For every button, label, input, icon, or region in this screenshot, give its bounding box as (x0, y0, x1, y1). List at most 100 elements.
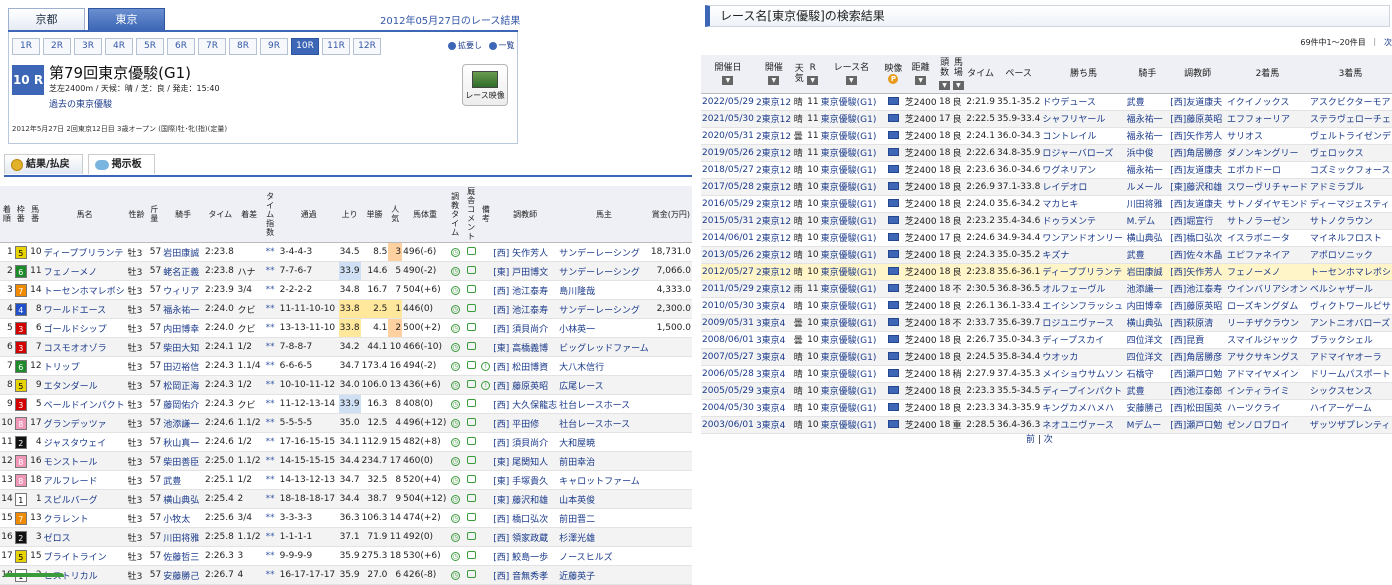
owner-link[interactable]: 広尾レース (559, 382, 604, 392)
race-button-6r[interactable]: 6R (167, 38, 195, 55)
history-link[interactable]: ザッツザプレンティ (1310, 421, 1390, 431)
trainer-link[interactable]: [東] 高橋義博 (493, 344, 548, 354)
history-link[interactable]: 2東京12 (756, 166, 791, 176)
race-button-10r[interactable]: 10R (291, 38, 319, 55)
history-link[interactable]: ヴェロックス (1310, 149, 1364, 159)
history-link[interactable]: 安藤勝己 (1127, 404, 1163, 414)
history-link[interactable]: 2022/05/29 (702, 97, 754, 107)
trainer-link[interactable]: [西] 平田修 (493, 420, 539, 430)
history-link[interactable]: 2東京12 (756, 234, 791, 244)
comment-icon[interactable] (466, 569, 476, 578)
sort-down-icon[interactable]: ▼ (768, 75, 780, 85)
result-row[interactable]: 5 3 6 ゴールドシップ 牡3 57 内田博幸 2:24.0 クビ ** 13-13-11-10 3… (0, 318, 692, 338)
history-link[interactable]: [西]角居勝彦 (1170, 353, 1222, 363)
history-link[interactable]: 2019/05/26 (702, 148, 754, 158)
history-link[interactable]: キズナ (1042, 251, 1069, 261)
history-link[interactable]: マイネルフロスト (1310, 234, 1382, 244)
history-link[interactable]: [西]藤原英昭 (1170, 302, 1222, 312)
horse-name-link[interactable]: ジャスタウェイ (44, 439, 107, 449)
history-link[interactable]: 東京優駿(G1) (821, 217, 877, 227)
history-link[interactable]: [西]萩原清 (1170, 319, 1213, 329)
horse-name-link[interactable]: ゴールドシップ (44, 325, 107, 335)
comment-icon[interactable] (466, 360, 476, 369)
history-row[interactable]: 2010/05/30 3東京4 晴 10 東京優駿(G1) 芝2400 18 良 2:26.1 3… (701, 297, 1392, 315)
video-icon[interactable] (887, 182, 899, 190)
history-link[interactable]: 横山典弘 (1127, 319, 1163, 329)
history-link[interactable]: エイシンフラッシュ (1042, 302, 1123, 312)
history-link[interactable]: エフフォーリア (1227, 115, 1290, 125)
result-row[interactable]: 2 6 11 フェノーメノ 牡3 57 蛯名正義 2:23.8 ハナ ** 7-7-6-7 33.9 1… (0, 261, 692, 281)
clock-icon[interactable]: ◷ (450, 286, 460, 295)
trainer-link[interactable]: [西] 池江泰寿 (493, 287, 548, 297)
owner-link[interactable]: キャロットファーム (559, 477, 640, 487)
comment-icon[interactable] (466, 417, 476, 426)
owner-link[interactable]: ビッグレッドファーム (559, 344, 649, 354)
venue-tab-kyoto[interactable]: 京都 (8, 8, 85, 31)
history-link[interactable]: 2東京12 (756, 217, 791, 227)
result-row[interactable]: 11 2 4 ジャスタウェイ 牡3 57 秋山真一 2:24.6 1/2 ** 17-16-15-1… (0, 432, 692, 452)
history-link[interactable]: サトノダイヤモンド (1227, 200, 1308, 210)
history-link[interactable]: 2005/05/29 (702, 386, 754, 396)
owner-link[interactable]: ノースヒルズ (559, 553, 613, 563)
history-link[interactable]: 東京優駿(G1) (821, 98, 877, 108)
history-link[interactable]: 東京優駿(G1) (821, 353, 877, 363)
comment-icon[interactable] (466, 455, 476, 464)
history-link[interactable]: 2006/05/28 (702, 369, 754, 379)
horse-name-link[interactable]: ディープブリランテ (44, 249, 124, 259)
history-link[interactable]: 3東京4 (756, 353, 785, 363)
history-link[interactable]: 東京優駿(G1) (821, 285, 877, 295)
sort-down-icon[interactable]: ▼ (722, 75, 734, 85)
race-button-3r[interactable]: 3R (74, 38, 102, 55)
history-row[interactable]: 2020/05/31 2東京12 曇 11 東京優駿(G1) 芝2400 18 良 2:24.1… (701, 127, 1392, 145)
trainer-link[interactable]: [東] 藤沢和雄 (493, 496, 548, 506)
video-icon[interactable] (887, 148, 899, 156)
history-link[interactable]: ロジユニヴァース (1042, 319, 1114, 329)
history-link[interactable]: 浜中俊 (1127, 149, 1154, 159)
horse-name-link[interactable]: モンストール (44, 458, 98, 468)
history-link[interactable]: ハーツクライ (1227, 404, 1281, 414)
result-row[interactable]: 10 8 17 グランデッツァ 牡3 57 池添謙一 2:24.6 1.1/2 ** 5-5-5-5… (0, 413, 692, 433)
history-link[interactable]: 3東京4 (756, 319, 785, 329)
history-link[interactable]: ベルシャザール (1310, 285, 1373, 295)
trainer-link[interactable]: [東] 手塚貴久 (493, 477, 548, 487)
history-link[interactable]: 2017/05/28 (702, 182, 754, 192)
jockey-link[interactable]: 川田将雅 (163, 534, 199, 544)
owner-link[interactable]: 小林英一 (559, 325, 595, 335)
owner-link[interactable]: 大八木信行 (559, 363, 604, 373)
race-button-12r[interactable]: 12R (353, 38, 381, 55)
history-link[interactable]: レイデオロ (1042, 183, 1087, 193)
history-row[interactable]: 2014/06/01 2東京12 晴 10 東京優駿(G1) 芝2400 17 良 2:24.6… (701, 229, 1392, 247)
owner-link[interactable]: 社台レースホース (559, 420, 630, 430)
prev-link[interactable]: 前 (1026, 435, 1035, 445)
history-link[interactable]: ルメール (1127, 183, 1163, 193)
race-button-2r[interactable]: 2R (43, 38, 71, 55)
history-link[interactable]: スマイルジャック (1227, 336, 1298, 346)
info-icon[interactable]: ! (481, 381, 491, 390)
comment-icon[interactable] (466, 341, 476, 350)
horse-name-link[interactable]: クラレント (44, 515, 89, 525)
horse-name-link[interactable]: コスモオオゾラ (44, 344, 107, 354)
history-link[interactable]: メイショウサムソン (1042, 370, 1123, 380)
result-row[interactable]: 6 3 7 コスモオオゾラ 牡3 57 柴田大知 2:24.1 1/2 ** 7-8-8-7 34.2… (0, 337, 692, 357)
owner-link[interactable]: 大和屋暁 (559, 439, 595, 449)
race-button-9r[interactable]: 9R (260, 38, 288, 55)
history-link[interactable]: 2013/05/26 (702, 250, 754, 260)
video-icon[interactable] (887, 165, 899, 173)
history-link[interactable]: 3東京4 (756, 421, 785, 431)
result-row[interactable]: 17 5 15 ブライトライン 牡3 57 佐藤哲三 2:26.3 3 ** 9-9-9-9 35.9… (0, 546, 692, 566)
history-link[interactable]: 東京優駿(G1) (821, 234, 877, 244)
history-link[interactable]: リーチザクラウン (1227, 319, 1299, 329)
history-row[interactable]: 2012/05/27 2東京12 晴 10 東京優駿(G1) 芝2400 18 良 2:23.8… (701, 263, 1392, 281)
history-row[interactable]: 2017/05/28 2東京12 晴 10 東京優駿(G1) 芝2400 18 良 2:26.9… (701, 178, 1392, 196)
history-link[interactable]: [西]昆貢 (1170, 336, 1204, 346)
jockey-link[interactable]: 柴田大知 (163, 344, 199, 354)
horse-name-link[interactable]: グランデッツァ (44, 420, 107, 430)
trainer-link[interactable]: [西] 須貝尚介 (493, 325, 548, 335)
result-row[interactable]: 12 8 16 モンストール 牡3 57 柴田善臣 2:25.0 1.1/2 ** 14-15-15… (0, 451, 692, 471)
history-link[interactable]: 2東京12 (756, 268, 791, 278)
result-row[interactable]: 1812ヒストリカル牡357安藤勝己2:26.74**16-17-17-1735… (0, 565, 692, 585)
history-link[interactable]: ダノンキングリー (1227, 149, 1298, 159)
clock-icon[interactable]: ◷ (450, 248, 460, 257)
video-icon[interactable] (887, 403, 899, 411)
clock-icon[interactable]: ◷ (450, 362, 460, 371)
